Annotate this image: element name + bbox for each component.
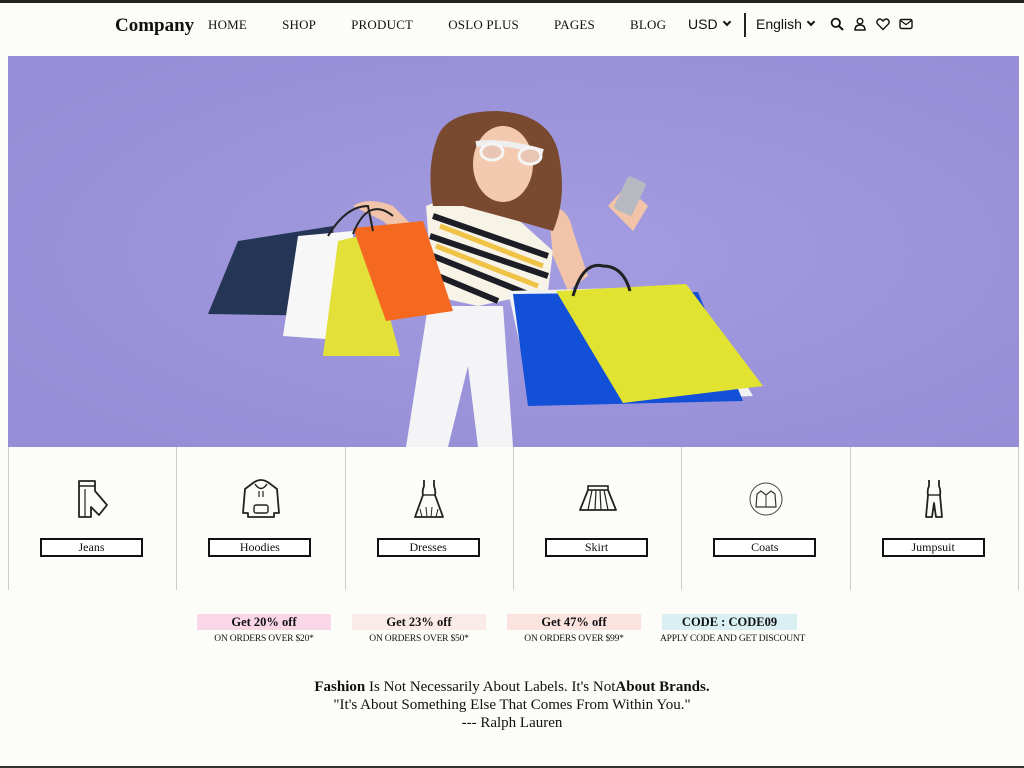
category-dresses[interactable]: Dresses: [345, 447, 514, 590]
hero-image: [8, 56, 1019, 447]
category-label[interactable]: Jumpsuit: [881, 538, 985, 557]
jeans-icon: [71, 477, 115, 521]
chevron-down-icon: [722, 17, 731, 27]
offer-title: Get 20% off: [197, 614, 331, 630]
nav-pages[interactable]: PAGES: [554, 17, 595, 33]
nav-oslo-plus[interactable]: OSLO PLUS: [448, 17, 519, 33]
quote-author: --- Ralph Lauren: [461, 715, 563, 731]
category-coats[interactable]: Coats: [682, 447, 851, 590]
offer-title: CODE : CODE09: [662, 614, 797, 630]
category-label[interactable]: Dresses: [376, 538, 480, 557]
quote-line-1: Fashion Is Not Necessarily About Labels.…: [0, 678, 1024, 696]
category-label[interactable]: Jeans: [40, 538, 143, 557]
category-label[interactable]: Skirt: [544, 538, 648, 557]
category-hoodies[interactable]: Hoodies: [177, 447, 346, 590]
fashion-quote: Fashion Is Not Necessarily About Labels.…: [0, 678, 1024, 732]
offer-23: Get 23% off ON ORDERS OVER $50*: [352, 614, 486, 644]
mail-icon[interactable]: [899, 17, 913, 31]
brand-logo[interactable]: Company: [115, 15, 194, 37]
dress-icon: [407, 477, 451, 521]
quote-text: Is Not Necessarily About Labels. It's No…: [365, 679, 616, 695]
category-jeans[interactable]: Jeans: [9, 447, 178, 590]
category-strip: Jeans Hoodies Dresses Skirt Coats Jumpsu…: [8, 447, 1019, 590]
offer-subtitle: ON ORDERS OVER $99*: [524, 634, 624, 644]
search-icon[interactable]: [830, 17, 844, 31]
header-divider: [744, 13, 746, 37]
language-select[interactable]: English: [756, 16, 816, 32]
quote-bold-brands: About Brands.: [615, 679, 710, 695]
nav-product[interactable]: PRODUCT: [351, 17, 413, 33]
nav-home[interactable]: HOME: [208, 17, 247, 33]
category-label[interactable]: Hoodies: [208, 538, 312, 557]
hoodie-icon: [239, 477, 283, 521]
offer-20: Get 20% off ON ORDERS OVER $20*: [197, 614, 331, 644]
hero-banner: [8, 56, 1019, 447]
header-icons: [830, 17, 922, 31]
category-label[interactable]: Coats: [713, 538, 817, 557]
heart-icon[interactable]: [876, 17, 890, 31]
offer-subtitle: ON ORDERS OVER $50*: [369, 634, 469, 644]
site-header: Company HOME SHOP PRODUCT OSLO PLUS PAGE…: [0, 3, 1024, 51]
nav-blog[interactable]: BLOG: [630, 17, 666, 33]
quote-bold-fashion: Fashion: [314, 679, 366, 695]
offer-code: CODE : CODE09 APPLY CODE AND GET DISCOUN…: [660, 614, 806, 644]
offer-subtitle: ON ORDERS OVER $20*: [214, 634, 314, 644]
offer-title: Get 23% off: [352, 614, 486, 630]
currency-select[interactable]: USD: [688, 16, 731, 32]
coat-icon: [744, 477, 788, 521]
jumpsuit-icon: [912, 477, 956, 521]
offer-subtitle: APPLY CODE AND GET DISCOUNT: [660, 634, 806, 644]
user-icon[interactable]: [853, 17, 867, 31]
offer-title: Get 47% off: [507, 614, 641, 630]
skirt-icon: [576, 477, 620, 521]
language-value: English: [756, 16, 802, 32]
chevron-down-icon: [806, 17, 816, 27]
category-jumpsuit[interactable]: Jumpsuit: [850, 447, 1019, 590]
nav-shop[interactable]: SHOP: [282, 17, 316, 33]
offer-47: Get 47% off ON ORDERS OVER $99*: [507, 614, 641, 644]
currency-value: USD: [688, 16, 718, 32]
category-skirt[interactable]: Skirt: [513, 447, 683, 590]
quote-line-2: "It's About Something Else That Comes Fr…: [333, 697, 691, 713]
main-nav: HOME SHOP PRODUCT OSLO PLUS PAGES BLOG: [208, 17, 666, 33]
